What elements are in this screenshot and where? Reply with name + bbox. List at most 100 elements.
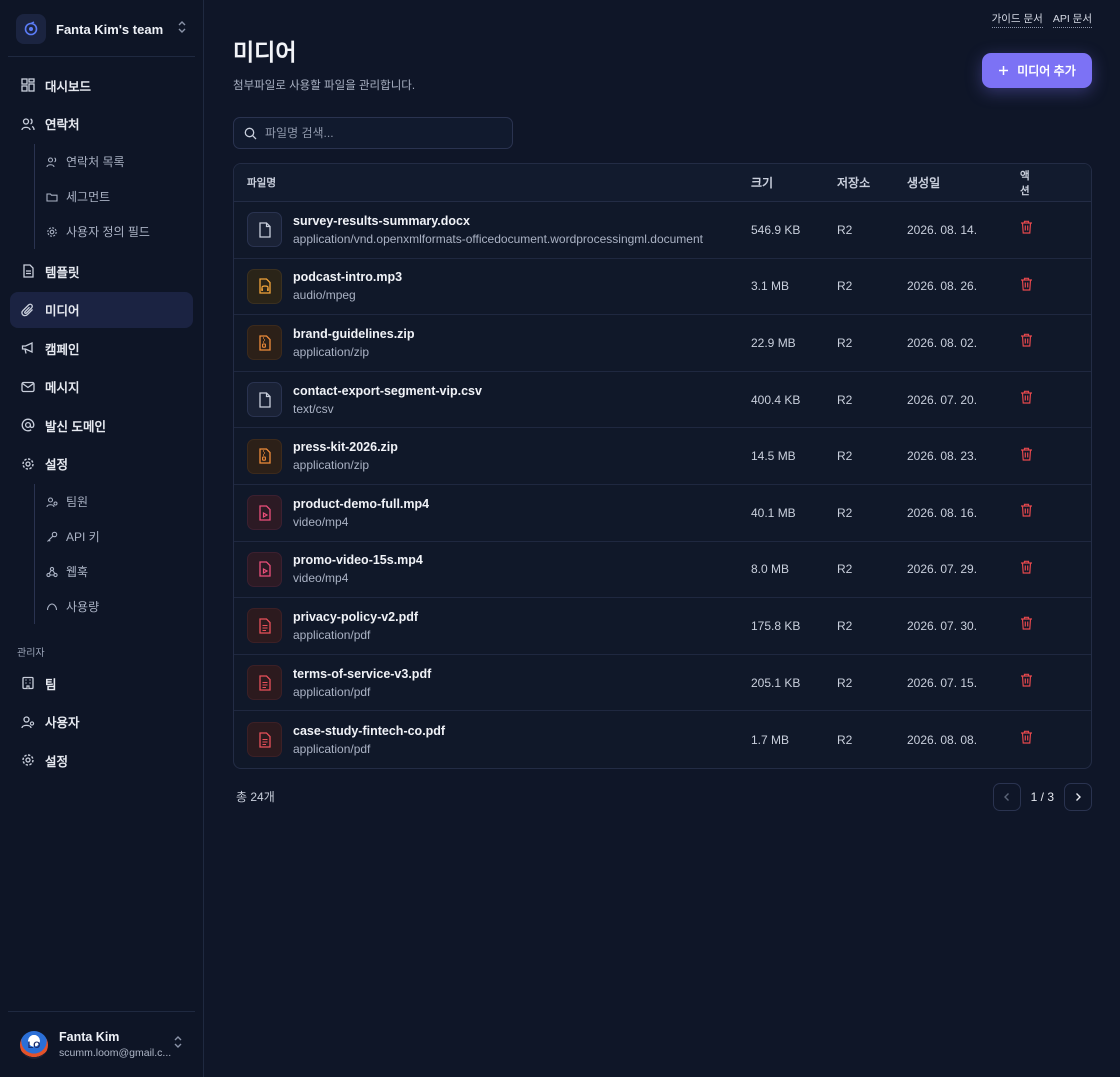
nav-label: 팀 — [45, 677, 57, 692]
header-storage[interactable]: 저장소 — [837, 174, 907, 191]
file-icon — [247, 212, 282, 248]
file-mime: application/pdf — [293, 684, 371, 699]
nav-label: 템플릿 — [45, 265, 80, 280]
file-date: 2026. 08. 16. — [907, 505, 978, 520]
nav-label: 대시보드 — [45, 79, 92, 94]
page-indicator: 1 / 3 — [1030, 789, 1054, 804]
file-cell: terms-of-service-v3.pdf application/pdf — [234, 665, 751, 701]
table-row[interactable]: product-demo-full.mp4 video/mp4 40.1 MB … — [234, 485, 1091, 542]
nav-label: 메시지 — [45, 381, 80, 395]
table-row[interactable]: brand-guidelines.zip application/zip 22.… — [234, 315, 1091, 372]
top-links: 가이드 문서 API 문서 — [991, 11, 1092, 28]
sub-item-usage[interactable]: 사용량 — [35, 589, 203, 624]
delete-icon[interactable] — [1020, 390, 1033, 409]
table-row[interactable]: promo-video-15s.mp4 video/mp4 8.0 MB R2 … — [234, 542, 1091, 599]
file-date: 2026. 08. 14. — [907, 222, 978, 237]
file-storage: R2 — [837, 335, 853, 350]
file-mime: audio/mpeg — [293, 288, 356, 303]
delete-icon[interactable] — [1020, 277, 1033, 296]
table-row[interactable]: survey-results-summary.docx application/… — [234, 202, 1091, 259]
nav-item-dashboard[interactable]: 대시보드 — [10, 67, 193, 103]
header-name[interactable]: 파일명 — [234, 175, 751, 190]
file-mime: application/pdf — [293, 741, 371, 756]
webhook-icon — [46, 566, 58, 577]
dashboard-icon — [21, 78, 35, 92]
sub-item-custom-fields[interactable]: 사용자 정의 필드 — [35, 214, 203, 249]
delete-icon[interactable] — [1020, 673, 1033, 692]
file-cell: case-study-fintech-co.pdf application/pd… — [234, 722, 751, 758]
delete-icon[interactable] — [1020, 503, 1033, 522]
team-logo-icon — [16, 14, 46, 44]
nav-item-admin-teams[interactable]: 팀 — [10, 665, 193, 701]
file-size: 8.0 MB — [751, 562, 790, 577]
megaphone-icon — [21, 341, 33, 354]
sub-item-members[interactable]: 팀원 — [35, 484, 203, 519]
file-mime: application/pdf — [293, 627, 371, 642]
archive-file-icon — [247, 438, 282, 474]
chevron-left-icon — [1003, 792, 1009, 801]
nav-item-messages[interactable]: 메시지 — [10, 369, 193, 405]
team-switcher[interactable]: Fanta Kim's team — [10, 10, 193, 48]
add-media-button[interactable]: 미디어 추가 — [982, 53, 1092, 88]
table-row[interactable]: podcast-intro.mp3 audio/mpeg 3.1 MB R2 2… — [234, 259, 1091, 316]
file-storage: R2 — [837, 562, 853, 577]
file-date: 2026. 08. 02. — [907, 335, 978, 350]
file-icon — [247, 382, 282, 418]
delete-icon[interactable] — [1020, 220, 1033, 239]
delete-icon[interactable] — [1020, 730, 1033, 749]
nav-item-contacts[interactable]: 연락처 — [10, 106, 193, 142]
sub-item-segments[interactable]: 세그먼트 — [35, 179, 203, 214]
nav-item-sending-domain[interactable]: 발신 도메인 — [10, 407, 193, 443]
delete-icon[interactable] — [1020, 616, 1033, 635]
chevron-right-icon — [1076, 792, 1081, 801]
pdf-file-icon — [247, 722, 282, 758]
search-box — [233, 117, 513, 149]
table-header: 파일명 크기 저장소 생성일 액션 — [234, 164, 1091, 202]
nav-item-admin-settings[interactable]: 설정 — [10, 742, 193, 778]
main-nav: 대시보드 연락처 — [0, 67, 203, 144]
table-row[interactable]: contact-export-segment-vip.csv text/csv … — [234, 372, 1091, 429]
file-size: 546.9 KB — [751, 222, 801, 237]
sub-item-webhooks[interactable]: 웹훅 — [35, 554, 203, 589]
gear-icon — [22, 457, 34, 470]
delete-icon[interactable] — [1020, 447, 1033, 466]
table-row[interactable]: case-study-fintech-co.pdf application/pd… — [234, 711, 1091, 768]
header-size[interactable]: 크기 — [751, 174, 837, 191]
guide-docs-link[interactable]: 가이드 문서 — [991, 11, 1043, 28]
delete-icon[interactable] — [1020, 333, 1033, 352]
file-cell: brand-guidelines.zip application/zip — [234, 325, 751, 361]
file-storage: R2 — [837, 618, 853, 633]
api-docs-link[interactable]: API 문서 — [1052, 11, 1092, 28]
file-name: product-demo-full.mp4 — [293, 496, 430, 511]
gauge-icon — [46, 602, 58, 610]
file-date: 2026. 07. 30. — [907, 618, 978, 633]
header-created[interactable]: 생성일 — [907, 174, 1020, 191]
next-page-button[interactable] — [1064, 782, 1092, 811]
file-cell: product-demo-full.mp4 video/mp4 — [234, 495, 751, 531]
file-name: survey-results-summary.docx — [293, 213, 470, 228]
user-name: Fanta Kim — [59, 1030, 120, 1044]
table-row[interactable]: privacy-policy-v2.pdf application/pdf 17… — [234, 598, 1091, 655]
template-icon — [23, 264, 34, 278]
nav-item-templates[interactable]: 템플릿 — [10, 253, 193, 289]
sub-item-contact-list[interactable]: 연락처 목록 — [35, 144, 203, 179]
prev-page-button[interactable] — [992, 782, 1021, 811]
table-row[interactable]: press-kit-2026.zip application/zip 14.5 … — [234, 428, 1091, 485]
nav-item-media[interactable]: 미디어 — [10, 291, 193, 328]
sub-item-label: 사용자 정의 필드 — [66, 225, 150, 239]
media-table: 파일명 크기 저장소 생성일 액션 survey-results-summary… — [233, 163, 1092, 769]
main-nav-2: 템플릿 미디어 캠페인 메시지 발신 도메인 설정 — [0, 253, 203, 484]
user-menu[interactable]: LO Fanta Kim scumm.loom@gmail.c... — [8, 1011, 195, 1077]
contacts-subnav: 연락처 목록 세그먼트 사용자 정의 필드 — [34, 144, 203, 249]
table-row[interactable]: terms-of-service-v3.pdf application/pdf … — [234, 655, 1091, 712]
file-size: 40.1 MB — [751, 505, 796, 520]
nav-item-settings[interactable]: 설정 — [10, 446, 193, 482]
nav-item-campaigns[interactable]: 캠페인 — [10, 330, 193, 366]
key-icon — [47, 531, 58, 542]
file-mime: application/vnd.openxmlformats-officedoc… — [293, 231, 703, 246]
nav-item-admin-users[interactable]: 사용자 — [10, 704, 193, 740]
sub-item-api-keys[interactable]: API 키 — [35, 519, 203, 554]
team-name: Fanta Kim's team — [56, 21, 164, 37]
search-input[interactable] — [265, 126, 485, 140]
delete-icon[interactable] — [1020, 560, 1033, 579]
